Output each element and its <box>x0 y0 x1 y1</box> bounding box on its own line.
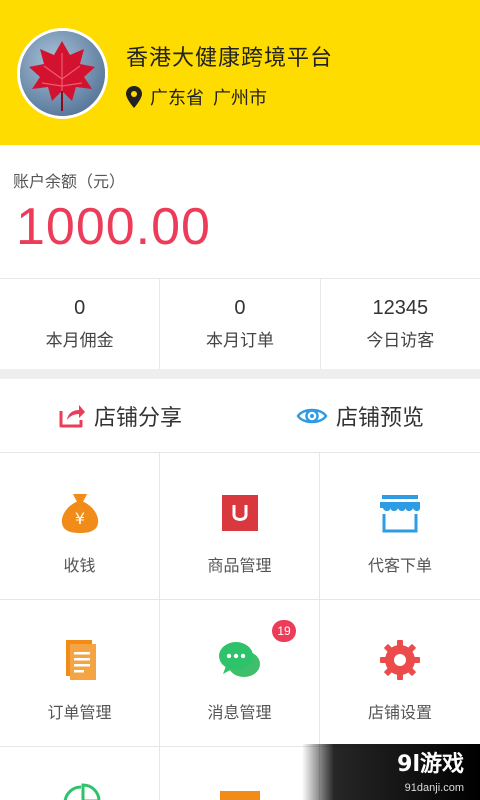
shop-actions: 店铺分享 店铺预览 <box>0 379 480 453</box>
grid-label: 店铺设置 <box>367 703 432 722</box>
shop-preview-button[interactable]: 店铺预览 <box>240 379 480 452</box>
grid-item-proxy-order[interactable]: 代客下单 <box>320 453 480 600</box>
grid-item-message-management[interactable]: 消息管理 <box>160 600 320 747</box>
stats-row: 0 本月佣金 0 本月订单 12345 今日访客 <box>0 278 480 369</box>
orange-icon <box>220 791 260 800</box>
stat-label: 今日访客 <box>366 331 435 351</box>
grid-item-partial-1[interactable] <box>0 747 160 800</box>
balance-section[interactable]: 账户余额（元） 1000.00 <box>0 145 480 278</box>
stat-value: 0 <box>234 297 246 319</box>
balance-amount: 1000.00 <box>16 198 211 256</box>
stat-orders[interactable]: 0 本月订单 <box>159 279 319 369</box>
product-icon <box>221 495 258 531</box>
stat-visitors[interactable]: 12345 今日访客 <box>319 279 480 369</box>
gear-icon <box>380 640 420 680</box>
grid-label: 订单管理 <box>47 703 112 722</box>
shop-header: 香港大健康跨境平台 广东省 广州市 <box>0 0 480 145</box>
stat-label: 本月订单 <box>205 331 274 351</box>
svg-text:¥: ¥ <box>74 509 84 528</box>
money-bag-icon: ¥ <box>61 494 98 533</box>
share-label: 店铺分享 <box>93 405 182 431</box>
stat-value: 0 <box>74 297 86 319</box>
shop-location: 广东省 广州市 <box>126 84 267 110</box>
grid-item-product-management[interactable]: 商品管理 <box>160 453 320 600</box>
grid-item-partial-2[interactable] <box>160 747 320 800</box>
pie-chart-icon <box>63 783 101 800</box>
message-badge: 19 <box>272 620 296 642</box>
grid-label: 代客下单 <box>367 556 432 575</box>
grid-label: 商品管理 <box>207 556 272 575</box>
chat-icon <box>218 642 260 677</box>
leaf-image-icon <box>20 31 105 116</box>
city-text: 广州市 <box>213 88 267 109</box>
grid-label: 消息管理 <box>207 703 272 722</box>
stat-commission[interactable]: 0 本月佣金 <box>0 279 159 369</box>
storefront-icon <box>380 495 420 533</box>
grid-item-shop-settings[interactable]: 店铺设置 <box>320 600 480 747</box>
watermark-logo: 9l游戏 91danji.com <box>302 744 480 800</box>
watermark-sub-text: 91danji.com <box>404 782 464 794</box>
stat-value: 12345 <box>372 297 429 319</box>
stat-label: 本月佣金 <box>45 331 114 351</box>
shop-share-button[interactable]: 店铺分享 <box>0 379 240 452</box>
location-pin-icon <box>126 86 142 108</box>
eye-icon <box>296 408 328 423</box>
shop-name: 香港大健康跨境平台 <box>126 46 334 71</box>
section-divider <box>0 369 480 379</box>
grid-item-collect-money[interactable]: ¥ 收钱 <box>0 453 160 600</box>
watermark-main-text: 9l游戏 <box>397 752 464 777</box>
orders-icon <box>65 640 96 680</box>
share-icon <box>59 404 85 427</box>
preview-label: 店铺预览 <box>335 405 424 431</box>
grid-label: 收钱 <box>63 556 96 575</box>
balance-label: 账户余额（元） <box>13 172 126 191</box>
shop-avatar[interactable] <box>17 28 108 119</box>
grid-item-order-management[interactable]: 订单管理 <box>0 600 160 747</box>
province-text: 广东省 <box>150 88 204 109</box>
